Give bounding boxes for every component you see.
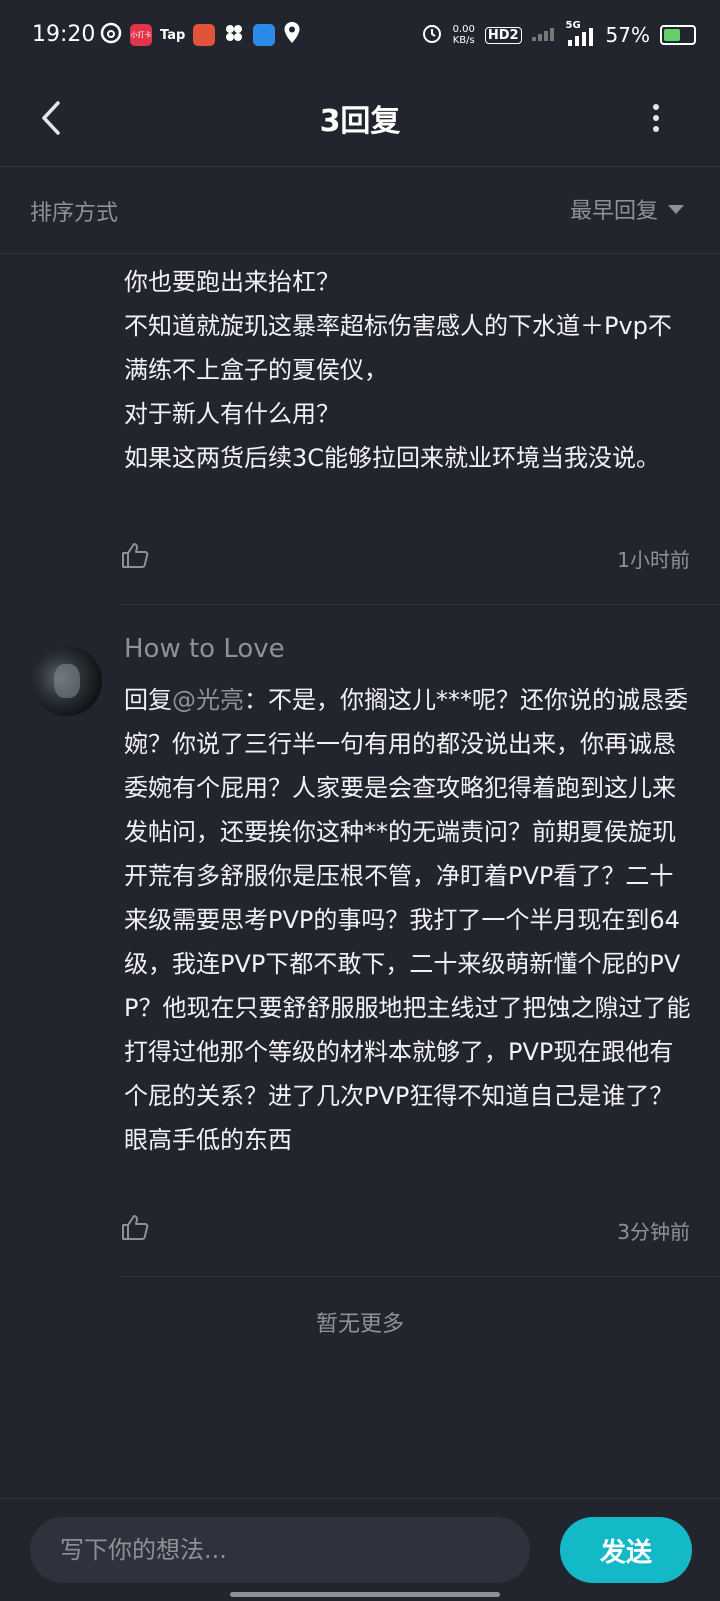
avatar[interactable] xyxy=(32,646,102,716)
thumbs-up-icon xyxy=(122,543,149,568)
netease-music-icon xyxy=(100,22,122,48)
thumbs-up-icon xyxy=(122,1215,149,1240)
reply-item: · 你也要跑出来抬杠？ 不知道就旋玑这暴率超标伤害感人的下水道＋Pvp不满练不上… xyxy=(124,254,694,480)
game-icon xyxy=(193,24,216,46)
status-bar: 19:20 小打卡 Tap 0.00 KB/s HD2 5G 57% xyxy=(0,0,720,72)
divider xyxy=(120,604,720,605)
net-speed: 0.00 KB/s xyxy=(452,24,475,46)
sort-selected-value: 最早回复 xyxy=(569,199,658,224)
chat-icon xyxy=(253,24,276,46)
reply-item: 回复@光亮：不是，你搁这儿***呢？还你说的诚恳委婉？你说了三行半一句有用的都没… xyxy=(124,678,694,1162)
status-time: 19:20 xyxy=(32,22,96,47)
battery-fill xyxy=(664,29,680,41)
reply-time: 1小时前 xyxy=(617,548,690,572)
username[interactable]: How to Love xyxy=(124,634,285,664)
send-button[interactable]: 发送 xyxy=(560,1517,692,1583)
alarm-icon xyxy=(421,22,443,48)
home-indicator[interactable] xyxy=(230,1592,500,1597)
mention-link[interactable]: @光亮 xyxy=(172,686,244,714)
end-of-list-text: 暂无更多 xyxy=(315,1312,404,1337)
reply-input-bar: 发送 xyxy=(0,1498,720,1601)
reply-input[interactable] xyxy=(30,1517,530,1583)
xiaohongshu-label: 小打卡 xyxy=(130,31,152,39)
reply-time: 3分钟前 xyxy=(617,1220,690,1244)
taptap-label: Tap xyxy=(160,27,186,43)
like-button[interactable] xyxy=(120,540,154,574)
taptap-icon: Tap xyxy=(160,28,185,43)
top-app-bar: 3回复 xyxy=(0,72,720,167)
more-options-button[interactable] xyxy=(628,90,684,146)
battery-icon xyxy=(660,25,696,45)
more-vertical-icon xyxy=(653,104,659,132)
sort-bar: 排序方式 最早回复 xyxy=(0,167,720,254)
reply-meta: 1小时前 xyxy=(120,540,690,580)
avatar-image xyxy=(54,664,80,698)
flower-icon xyxy=(223,22,245,48)
system-icons: 0.00 KB/s HD2 5G 57% xyxy=(421,20,696,50)
sort-label: 排序方式 xyxy=(30,201,119,226)
notification-icons: 小打卡 Tap xyxy=(100,22,301,48)
location-icon xyxy=(283,21,301,49)
reply-text: · 你也要跑出来抬杠？ 不知道就旋玑这暴率超标伤害感人的下水道＋Pvp不满练不上… xyxy=(124,254,694,480)
reply-list[interactable]: · 你也要跑出来抬杠？ 不知道就旋玑这暴率超标伤害感人的下水道＋Pvp不满练不上… xyxy=(0,254,720,1498)
sort-dropdown[interactable]: 最早回复 xyxy=(570,193,684,225)
like-button[interactable] xyxy=(120,1212,154,1246)
hd-badge: HD2 xyxy=(484,26,522,44)
page-title: 3回复 xyxy=(319,104,401,139)
weak-signal-icon xyxy=(531,25,556,45)
reply-body: ：不是，你搁这儿***呢？还你说的诚恳委婉？你说了三行半一句有用的都没说出来，你… xyxy=(124,686,691,1154)
reply-text: 回复@光亮：不是，你搁这儿***呢？还你说的诚恳委婉？你说了三行半一句有用的都没… xyxy=(124,678,694,1162)
reply-prefix: 回复 xyxy=(124,686,172,714)
divider xyxy=(120,1276,720,1277)
battery-percent: 57% xyxy=(605,23,650,47)
caret-down-icon xyxy=(668,204,684,214)
reply-meta: 3分钟前 xyxy=(120,1212,690,1252)
signal-5g-icon: 5G xyxy=(566,20,596,46)
xiaohongshu-icon: 小打卡 xyxy=(130,24,152,46)
reply-body: 你也要跑出来抬杠？ 不知道就旋玑这暴率超标伤害感人的下水道＋Pvp不满练不上盒子… xyxy=(124,268,672,472)
